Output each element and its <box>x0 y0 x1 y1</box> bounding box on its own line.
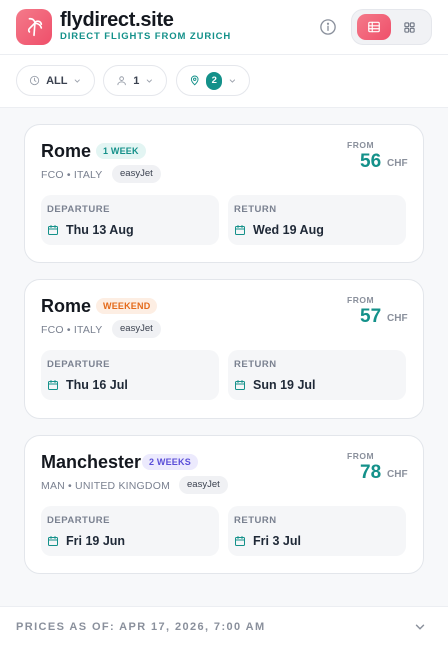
flight-card[interactable]: Rome 1 WEEK FCO • ITALY easyJet FROM 56 … <box>24 124 424 263</box>
time-filter-value: ALL <box>46 74 68 87</box>
person-icon <box>117 76 126 86</box>
airport-country: FCO • ITALY <box>41 324 103 336</box>
airline-badge: easyJet <box>112 165 161 183</box>
destination-city: Manchester <box>41 452 142 472</box>
passengers-value: 1 <box>133 74 140 87</box>
airport-country: FCO • ITALY <box>41 169 103 181</box>
list-view-button[interactable] <box>357 14 391 40</box>
price-currency: CHF <box>387 469 408 480</box>
price-from-label: FROM <box>347 140 375 150</box>
return-box: RETURN Sun 19 Jul <box>228 350 406 400</box>
return-box: RETURN Wed 19 Aug <box>228 195 406 245</box>
return-label: RETURN <box>234 204 277 215</box>
chevron-down-icon <box>75 78 81 83</box>
departure-box: DEPARTURE Thu 13 Aug <box>41 195 219 245</box>
departure-label: DEPARTURE <box>47 204 110 215</box>
info-button[interactable] <box>318 17 338 37</box>
grid-view-icon <box>403 21 415 33</box>
map-pin-icon <box>190 75 199 86</box>
duration-badge: WEEKEND <box>96 298 158 314</box>
passengers-dropdown[interactable]: 1 <box>103 65 167 96</box>
duration-badge: 2 WEEKS <box>142 454 198 470</box>
info-icon <box>320 19 336 35</box>
chevron-down-icon <box>229 78 236 83</box>
return-date: Fri 3 Jul <box>253 534 301 548</box>
calendar-icon <box>48 225 58 235</box>
return-date: Wed 19 Aug <box>253 223 324 237</box>
view-toggle <box>351 9 432 45</box>
destinations-dropdown[interactable]: 2 <box>176 65 250 96</box>
departure-box: DEPARTURE Thu 16 Jul <box>41 350 219 400</box>
price-from-label: FROM <box>347 295 375 305</box>
chevron-down-icon <box>147 78 153 83</box>
departure-box: DEPARTURE Fri 19 Jun <box>41 506 219 556</box>
site-subtitle: DIRECT FLIGHTS FROM ZURICH <box>60 31 232 42</box>
price-from-label: FROM <box>347 451 375 461</box>
calendar-icon <box>235 380 245 390</box>
price-value: 57 <box>360 306 382 327</box>
return-label: RETURN <box>234 515 277 526</box>
prices-as-of-text: PRICES AS OF: APR 17, 2026, 7:00 AM <box>16 621 266 633</box>
flight-card[interactable]: Manchester 2 WEEKS MAN • UNITED KINGDOM … <box>24 435 424 574</box>
expand-footer-button[interactable] <box>413 620 427 634</box>
departure-date: Thu 13 Aug <box>66 223 134 237</box>
destination-city: Rome <box>41 296 92 316</box>
airport-country: MAN • UNITED KINGDOM <box>41 480 171 492</box>
return-box: RETURN Fri 3 Jul <box>228 506 406 556</box>
list-view-icon <box>368 21 380 33</box>
departure-label: DEPARTURE <box>47 515 110 526</box>
flight-card[interactable]: Rome WEEKEND FCO • ITALY easyJet FROM 57… <box>24 279 424 419</box>
calendar-icon <box>48 380 58 390</box>
departure-date: Thu 16 Jul <box>66 378 128 392</box>
app-header: flydirect.site DIRECT FLIGHTS FROM ZURIC… <box>0 0 448 55</box>
price-value: 78 <box>360 462 382 483</box>
return-date: Sun 19 Jul <box>253 378 316 392</box>
calendar-icon <box>235 536 245 546</box>
clock-icon <box>29 75 40 86</box>
palm-tree-logo-icon[interactable] <box>16 9 52 45</box>
chevron-down-icon <box>415 624 425 630</box>
filter-bar: ALL 1 2 <box>0 55 448 108</box>
airline-badge: easyJet <box>179 476 228 494</box>
calendar-icon <box>48 536 58 546</box>
airline-badge: easyJet <box>112 320 161 338</box>
time-filter-dropdown[interactable]: ALL <box>16 65 95 96</box>
price-currency: CHF <box>387 313 408 324</box>
calendar-icon <box>235 225 245 235</box>
return-label: RETURN <box>234 359 277 370</box>
destinations-count-badge: 2 <box>206 71 223 90</box>
departure-label: DEPARTURE <box>47 359 110 370</box>
price-currency: CHF <box>387 158 408 169</box>
grid-view-button[interactable] <box>392 14 426 40</box>
departure-date: Fri 19 Jun <box>66 534 126 548</box>
prices-footer: PRICES AS OF: APR 17, 2026, 7:00 AM <box>0 606 448 645</box>
price-value: 56 <box>360 151 382 172</box>
destination-city: Rome <box>41 141 92 161</box>
site-title: flydirect.site <box>60 9 174 31</box>
duration-badge: 1 WEEK <box>96 143 146 159</box>
